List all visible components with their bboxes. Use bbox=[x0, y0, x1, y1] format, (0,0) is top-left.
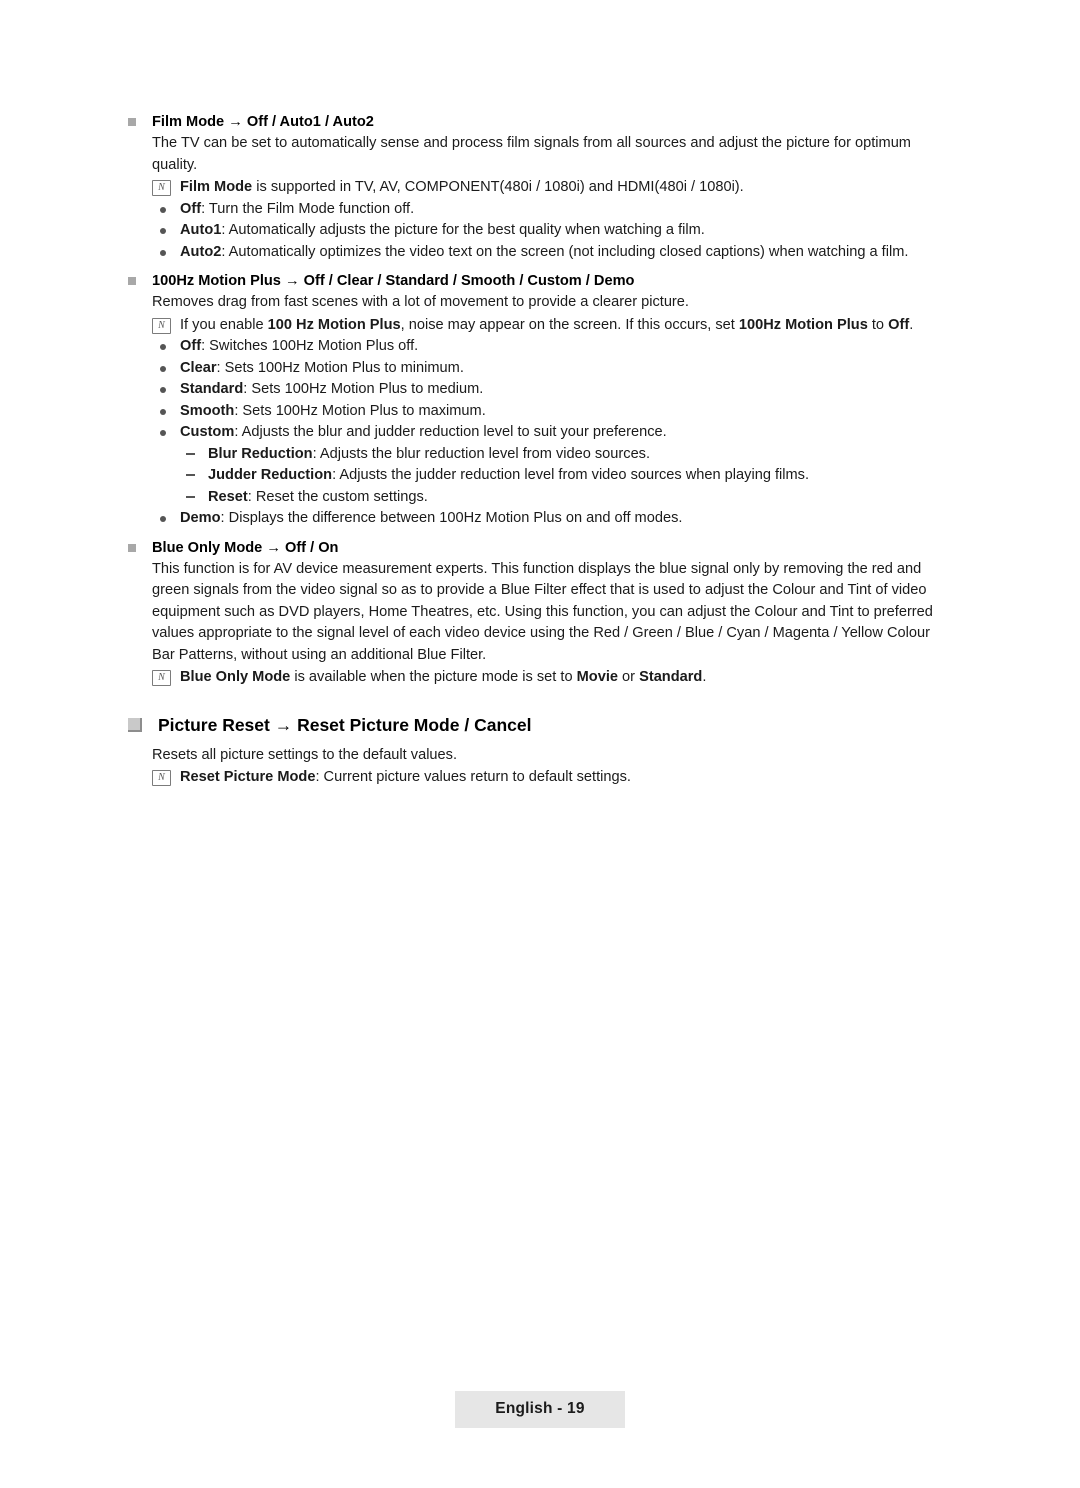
note-bold-2: 100Hz Motion Plus bbox=[738, 316, 868, 333]
film-mode-intro: The TV can be set to automatically sense… bbox=[152, 135, 911, 173]
section-heading-film-mode-text: Film Mode bbox=[152, 114, 229, 130]
note-part-1: If you enable bbox=[180, 316, 268, 333]
picture-reset-body: Resets all picture settings to the defau… bbox=[152, 746, 458, 763]
list-item: Smooth: Sets 100Hz Motion Plus to maximu… bbox=[128, 401, 952, 423]
list-item-desc: : Sets 100Hz Motion Plus to medium. bbox=[243, 381, 484, 397]
note-part-3: to bbox=[867, 316, 889, 333]
sub-list-item-desc: : Adjusts the blur reduction level from … bbox=[312, 445, 651, 462]
dot-bullet-icon bbox=[160, 206, 166, 213]
list-item-term: Clear bbox=[180, 359, 217, 376]
note-bold-1: 100 Hz Motion Plus bbox=[267, 316, 401, 333]
picture-reset-note: N Reset Picture Mode: Current picture va… bbox=[128, 767, 952, 789]
sub-list-item-desc: : Reset the custom settings. bbox=[247, 488, 428, 505]
sub-list-item: Reset: Reset the custom settings. bbox=[128, 487, 952, 509]
dot-bullet-icon bbox=[160, 516, 166, 522]
list-item-desc: : Automatically optimizes the video text… bbox=[221, 243, 909, 260]
document-page: Film Mode → Off / Auto1 / Auto2 The TV c… bbox=[0, 0, 1080, 1488]
note-icon: N bbox=[152, 317, 171, 334]
section-heading-blue-only-mode: Blue Only Mode → Off / On bbox=[128, 538, 952, 559]
sub-list-item-term: Blur Reduction bbox=[208, 445, 313, 462]
note-bold-3: Off bbox=[888, 316, 910, 333]
list-item-term: Auto2 bbox=[180, 243, 222, 260]
list-item: Auto2: Automatically optimizes the video… bbox=[128, 242, 952, 264]
section-heading-film-mode: Film Mode → Off / Auto1 / Auto2 bbox=[128, 112, 952, 133]
dot-bullet-icon bbox=[160, 344, 166, 350]
square-3d-bullet-icon bbox=[128, 717, 142, 732]
dot-bullet-icon bbox=[160, 365, 166, 372]
sub-list-item: Judder Reduction: Adjusts the judder red… bbox=[128, 465, 952, 487]
page-number-label: English - 19 bbox=[455, 1391, 625, 1428]
list-item-term: Smooth bbox=[180, 402, 235, 419]
sub-list-item-term: Judder Reduction bbox=[208, 467, 333, 483]
note-icon: N bbox=[152, 670, 171, 686]
list-item: Off: Switches 100Hz Motion Plus off. bbox=[128, 336, 952, 358]
list-item-term: Off bbox=[180, 338, 202, 354]
blue-only-mode-note: N Blue Only Mode is available when the p… bbox=[128, 667, 952, 689]
dash-bullet-icon bbox=[186, 495, 195, 498]
note-part-4: . bbox=[909, 316, 914, 333]
arrow-glyph: → bbox=[228, 114, 243, 130]
dot-bullet-icon bbox=[160, 387, 166, 393]
note-part-2: , noise may appear on the screen. If thi… bbox=[400, 316, 739, 333]
list-item-desc: : Displays the difference between 100Hz … bbox=[220, 510, 683, 526]
list-item: Auto1: Automatically adjusts the picture… bbox=[128, 220, 952, 242]
note-bold-2: Movie bbox=[576, 669, 618, 685]
square-bullet-icon bbox=[128, 543, 136, 552]
section-heading-picture-reset-text: Picture Reset → Reset Picture Mode / Can… bbox=[158, 714, 532, 735]
dot-bullet-icon bbox=[160, 408, 166, 415]
note-part-1: : Current picture values return to defau… bbox=[315, 769, 631, 785]
film-mode-note: N Film Mode is supported in TV, AV, COMP… bbox=[128, 177, 952, 199]
list-item: Off: Turn the Film Mode function off. bbox=[128, 199, 952, 221]
list-item-term: Custom bbox=[180, 424, 235, 440]
note-icon: N bbox=[152, 770, 171, 786]
list-item-term: Standard bbox=[180, 381, 244, 397]
list-item-desc: : Switches 100Hz Motion Plus off. bbox=[201, 338, 419, 354]
section-heading-film-mode-options: Off / Auto1 / Auto2 bbox=[242, 114, 374, 130]
sub-list-item: Blur Reduction: Adjusts the blur reducti… bbox=[128, 444, 952, 466]
dash-bullet-icon bbox=[186, 452, 195, 455]
square-bullet-icon bbox=[128, 277, 136, 285]
film-mode-note-bold: Film Mode bbox=[180, 179, 253, 195]
note-bold-1: Reset Picture Mode bbox=[180, 769, 316, 785]
sub-list-item-term: Reset bbox=[208, 488, 248, 505]
list-item-desc: : Adjusts the blur and judder reduction … bbox=[234, 424, 667, 440]
list-item-desc: : Sets 100Hz Motion Plus to minimum. bbox=[216, 359, 464, 376]
dash-bullet-icon bbox=[186, 474, 195, 476]
list-item: Custom: Adjusts the blur and judder redu… bbox=[128, 422, 952, 444]
page-footer: English - 19 bbox=[0, 1391, 1080, 1428]
sub-list-item-desc: : Adjusts the judder reduction level fro… bbox=[332, 467, 810, 483]
list-item-term: Demo bbox=[180, 510, 221, 526]
list-item: Standard: Sets 100Hz Motion Plus to medi… bbox=[128, 379, 952, 401]
blue-only-mode-body: This function is for AV device measureme… bbox=[152, 560, 933, 663]
section-heading-motion-plus-text: 100Hz Motion Plus → Off / Clear / Standa… bbox=[152, 273, 635, 289]
note-bold-1: Blue Only Mode bbox=[180, 669, 291, 685]
dot-bullet-icon bbox=[160, 430, 166, 436]
section-heading-blue-only-mode-text: Blue Only Mode → Off / On bbox=[152, 539, 339, 556]
list-item-desc: : Automatically adjusts the picture for … bbox=[221, 222, 705, 238]
note-icon: N bbox=[152, 180, 171, 196]
motion-plus-note: N If you enable 100 Hz Motion Plus, nois… bbox=[128, 315, 952, 337]
motion-plus-intro: Removes drag from fast scenes with a lot… bbox=[152, 294, 689, 310]
note-part-1: is available when the picture mode is se… bbox=[290, 669, 577, 685]
section-heading-picture-reset: Picture Reset → Reset Picture Mode / Can… bbox=[128, 713, 952, 737]
list-item-term: Auto1 bbox=[180, 222, 222, 238]
section-heading-motion-plus: 100Hz Motion Plus → Off / Clear / Standa… bbox=[128, 271, 952, 292]
list-item-desc: : Sets 100Hz Motion Plus to maximum. bbox=[234, 402, 486, 419]
film-mode-note-rest: is supported in TV, AV, COMPONENT(480i /… bbox=[252, 179, 744, 195]
dot-bullet-icon bbox=[160, 249, 166, 256]
note-part-3: . bbox=[702, 669, 707, 685]
list-item-term: Off bbox=[180, 200, 202, 217]
list-item: Clear: Sets 100Hz Motion Plus to minimum… bbox=[128, 358, 952, 380]
list-item-desc: : Turn the Film Mode function off. bbox=[201, 200, 415, 217]
note-bold-3: Standard bbox=[639, 669, 703, 685]
dot-bullet-icon bbox=[160, 228, 166, 234]
list-item: Demo: Displays the difference between 10… bbox=[128, 508, 952, 530]
note-part-2: or bbox=[618, 669, 640, 685]
square-bullet-icon bbox=[128, 118, 136, 126]
